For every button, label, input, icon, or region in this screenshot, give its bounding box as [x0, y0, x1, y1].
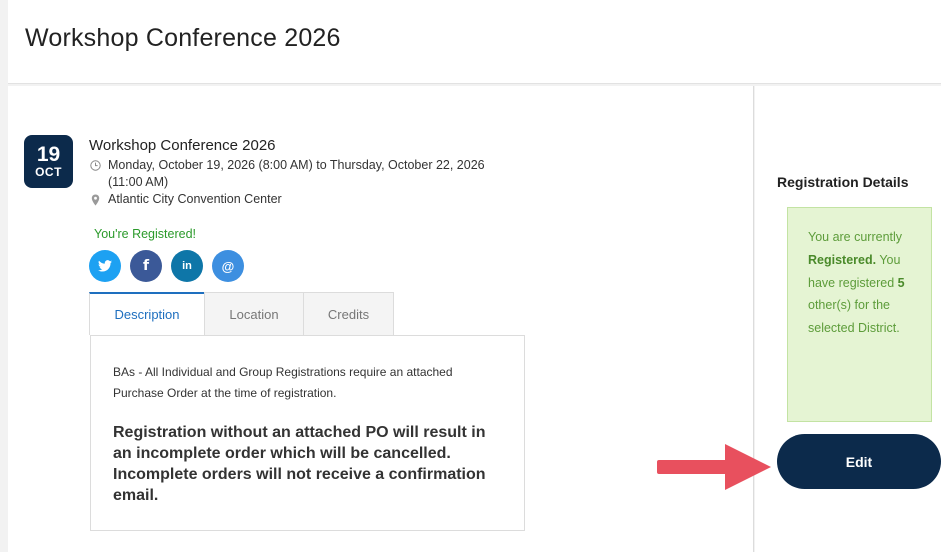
date-badge: 19 OCT: [24, 135, 73, 188]
registered-status: You're Registered!: [94, 227, 196, 241]
description-notice: BAs - All Individual and Group Registrat…: [113, 365, 453, 400]
tab-description[interactable]: Description: [89, 292, 205, 335]
reg-line-1: You are currently: [808, 230, 903, 244]
twitter-share-button[interactable]: [89, 250, 121, 282]
page-title: Workshop Conference 2026: [25, 24, 341, 52]
registration-details-title: Registration Details: [777, 174, 909, 190]
facebook-icon: f: [142, 258, 150, 274]
event-location-row: Atlantic City Convention Center: [89, 191, 509, 208]
facebook-share-button[interactable]: f: [130, 250, 162, 282]
description-warning: Registration without an attached PO will…: [113, 424, 486, 504]
location-pin-icon: [89, 191, 101, 208]
tab-credits[interactable]: Credits: [303, 292, 394, 335]
share-buttons: f in @: [89, 250, 253, 282]
description-content: BAs - All Individual and Group Registrat…: [90, 335, 525, 531]
event-datetime-row: Monday, October 19, 2026 (8:00 AM) to Th…: [89, 157, 509, 191]
linkedin-share-button[interactable]: in: [171, 250, 203, 282]
event-title: Workshop Conference 2026: [89, 137, 276, 154]
tab-location[interactable]: Location: [204, 292, 304, 335]
email-share-button[interactable]: @: [212, 250, 244, 282]
arrow-right-icon: [657, 444, 771, 490]
clock-icon: [89, 157, 101, 191]
twitter-icon: [98, 260, 112, 272]
date-month: OCT: [35, 165, 62, 179]
reg-status-word: Registered.: [808, 252, 877, 267]
page-header: Workshop Conference 2026: [8, 0, 941, 84]
reg-count: 5: [897, 275, 905, 290]
event-tabs: Description Location Credits: [89, 292, 394, 335]
event-datetime: Monday, October 19, 2026 (8:00 AM) to Th…: [108, 158, 485, 189]
email-icon: @: [221, 258, 235, 274]
event-location: Atlantic City Convention Center: [108, 192, 282, 206]
event-info: Workshop Conference 2026 Monday, October…: [89, 137, 509, 208]
edit-registration-button[interactable]: Edit: [777, 434, 941, 489]
registration-status-box: You are currently Registered. You have r…: [787, 207, 932, 422]
linkedin-icon: in: [182, 260, 192, 272]
reg-line-3: other(s) for the selected District.: [808, 298, 900, 336]
date-day: 19: [36, 143, 61, 166]
